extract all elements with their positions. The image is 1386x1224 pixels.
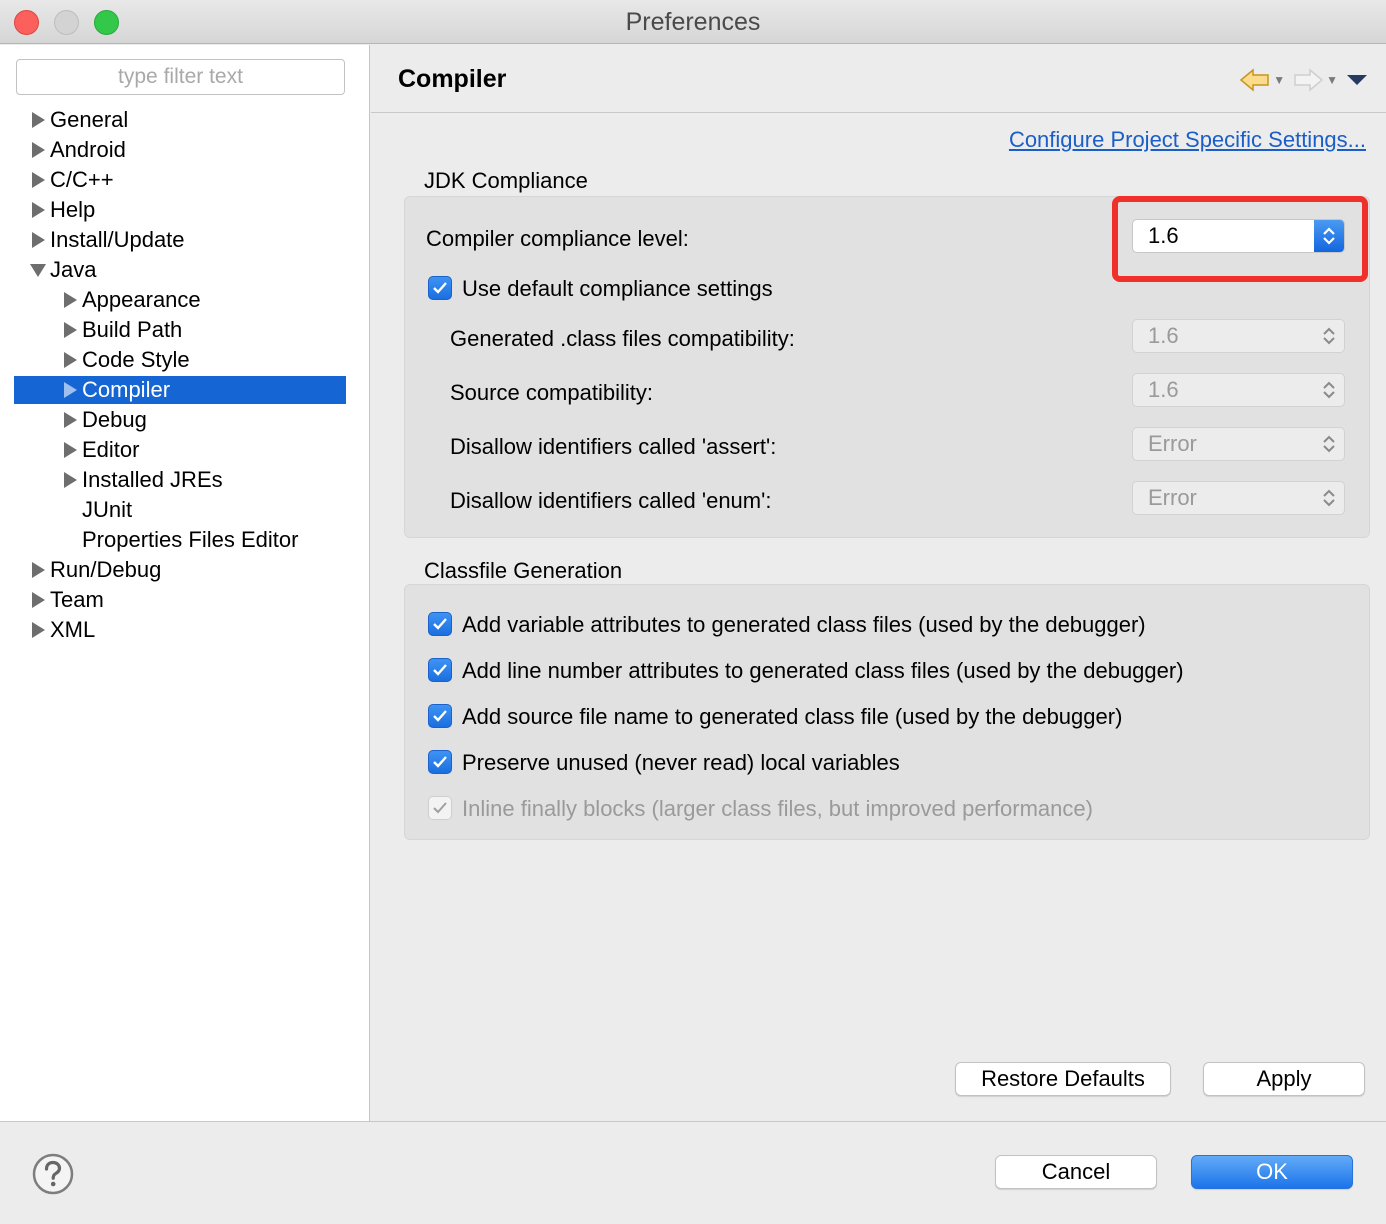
expand-arrow-icon[interactable] [62,405,80,435]
source-file-name-checkbox[interactable] [428,704,452,728]
tree-item-label: Installed JREs [82,467,223,492]
line-number-attributes-checkbox[interactable] [428,658,452,682]
disallow-enum-label: Disallow identifiers called 'enum': [450,488,772,513]
disallow-enum-select[interactable]: Error [1132,481,1345,515]
page-nav-toolbar: ▼ ▼ [1240,67,1368,93]
back-arrow-icon[interactable] [1240,68,1270,92]
restore-defaults-button[interactable]: Restore Defaults [955,1062,1171,1096]
tree-item-label: Team [50,587,104,612]
cancel-button[interactable]: Cancel [995,1155,1157,1189]
tree-item-label: Install/Update [50,227,185,252]
tree-item-properties-files-editor[interactable]: Properties Files Editor [82,525,298,555]
tree-item-label: Help [50,197,96,222]
tree-item-label: JUnit [82,497,133,522]
tree-item-label: Code Style [82,347,190,372]
source-compat-label: Source compatibility: [450,380,653,405]
source-compat-select[interactable]: 1.6 [1132,373,1345,407]
disallow-enum-value: Error [1148,485,1197,510]
inline-finally-label: Inline finally blocks (larger class file… [462,796,1093,821]
expand-arrow-icon[interactable] [30,105,48,135]
expand-arrow-icon[interactable] [30,225,48,255]
jdk-compliance-group-label: JDK Compliance [424,168,588,193]
expand-arrow-icon[interactable] [30,555,48,585]
use-default-compliance-checkbox[interactable] [428,276,452,300]
tree-item-label: Editor [82,437,140,462]
generated-class-compat-label: Generated .class files compatibility: [450,326,795,351]
configure-project-settings-link[interactable]: Configure Project Specific Settings... [1009,127,1366,153]
tree-item-label: Build Path [82,317,183,342]
tree-item-label: Appearance [82,287,201,312]
classfile-generation-group-label: Classfile Generation [424,558,623,583]
tree-item-label: Compiler [82,377,171,402]
select-stepper-icon [1314,374,1344,406]
compliance-level-label: Compiler compliance level: [426,226,689,251]
expand-arrow-icon[interactable] [62,465,80,495]
line-number-attributes-label: Add line number attributes to generated … [462,658,1184,683]
filter-input[interactable] [16,59,345,95]
forward-arrow-icon[interactable] [1293,68,1324,92]
tree-item-label: Debug [82,407,147,432]
expand-arrow-icon[interactable] [62,345,80,375]
tree-item-label: XML [50,617,96,642]
title-bar: Preferences [0,0,1386,44]
forward-history-dropdown-icon[interactable]: ▼ [1326,73,1338,87]
inline-finally-checkbox[interactable] [428,796,452,820]
ok-button[interactable]: OK [1191,1155,1353,1189]
source-file-name-label: Add source file name to generated class … [462,704,1123,729]
view-menu-icon[interactable] [1346,73,1368,87]
expand-arrow-icon[interactable] [30,135,48,165]
expand-arrow-icon[interactable] [62,375,80,405]
tree-item-label: C/C++ [50,167,114,192]
preserve-unused-label: Preserve unused (never read) local varia… [462,750,900,775]
tree-item-junit[interactable]: JUnit [82,495,132,525]
expand-arrow-icon[interactable] [30,165,48,195]
select-stepper-icon [1314,482,1344,514]
compliance-level-highlight [1112,196,1368,282]
tree-item-label: Android [50,137,126,162]
dialog-button-bar: Cancel OK [0,1121,1386,1224]
disallow-assert-select[interactable]: Error [1132,427,1345,461]
disallow-assert-value: Error [1148,431,1197,456]
collapse-arrow-icon[interactable] [30,255,48,285]
help-icon[interactable] [32,1153,74,1195]
generated-class-compat-value: 1.6 [1148,323,1179,348]
expand-arrow-icon[interactable] [30,195,48,225]
variable-attributes-label: Add variable attributes to generated cla… [462,612,1146,637]
tree-item-label: Properties Files Editor [82,527,299,552]
apply-button[interactable]: Apply [1203,1062,1365,1096]
tree-item-label: Java [50,257,97,282]
expand-arrow-icon[interactable] [30,585,48,615]
disallow-assert-label: Disallow identifiers called 'assert': [450,434,777,459]
variable-attributes-checkbox[interactable] [428,612,452,636]
expand-arrow-icon[interactable] [62,285,80,315]
select-stepper-icon [1314,428,1344,460]
page-title: Compiler [398,65,507,93]
expand-arrow-icon[interactable] [62,435,80,465]
tree-item-label: Run/Debug [50,557,162,582]
window-title: Preferences [625,8,761,36]
select-stepper-icon [1314,320,1344,352]
use-default-compliance-label: Use default compliance settings [462,276,773,301]
page-header: Compiler ▼ ▼ [371,45,1386,113]
preserve-unused-checkbox[interactable] [428,750,452,774]
source-compat-value: 1.6 [1148,377,1179,402]
generated-class-compat-select[interactable]: 1.6 [1132,319,1345,353]
expand-arrow-icon[interactable] [30,615,48,645]
preference-tree-pane: General Android C/C++ Help Install/Updat… [0,45,370,1121]
expand-arrow-icon[interactable] [62,315,80,345]
tree-item-label: General [50,107,129,132]
back-history-dropdown-icon[interactable]: ▼ [1273,73,1285,87]
